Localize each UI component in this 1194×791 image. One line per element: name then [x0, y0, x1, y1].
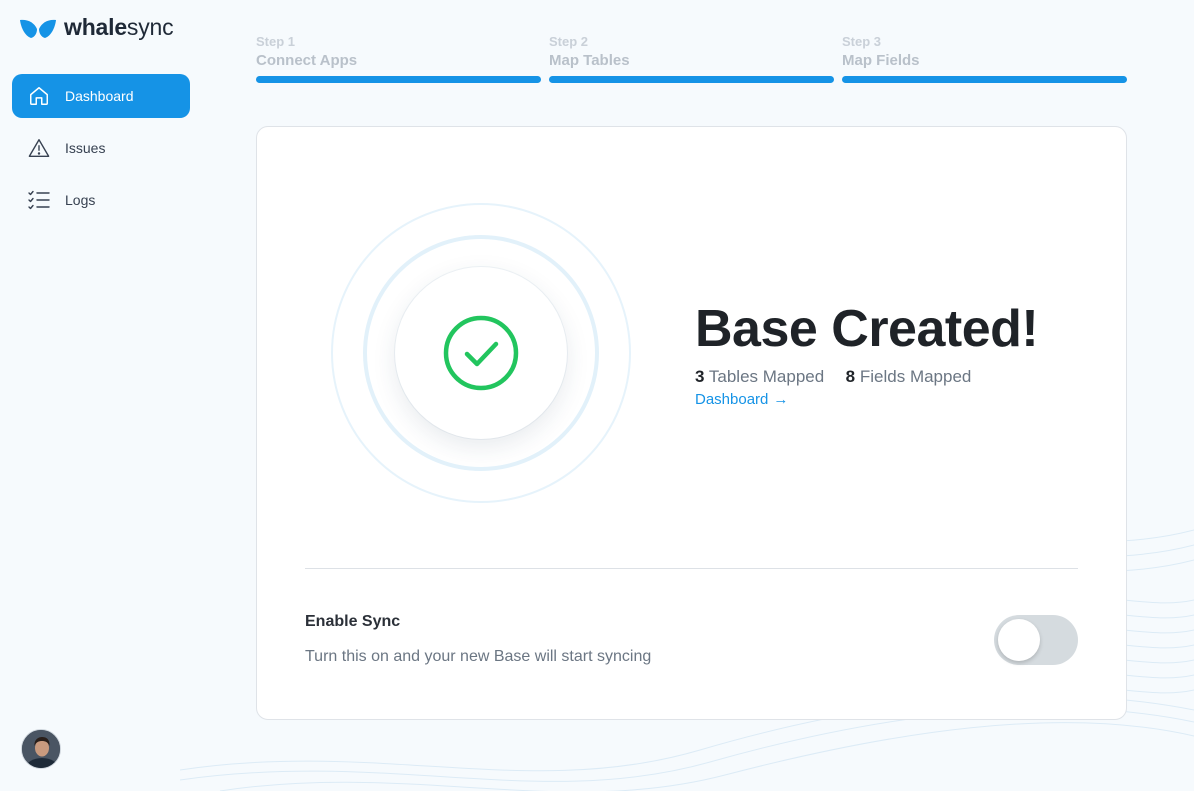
step-title: Map Fields	[842, 52, 920, 69]
enable-sync-description: Turn this on and your new Base will star…	[305, 648, 652, 665]
step-progress-bar	[549, 76, 834, 83]
sidebar-nav: Dashboard Issues Logs	[12, 74, 190, 230]
arrow-right-icon: →	[773, 391, 789, 408]
user-avatar-icon	[22, 730, 60, 768]
dashboard-link-label: Dashboard	[695, 391, 769, 408]
mapping-stats: 3 Tables Mapped 8 Fields Mapped	[695, 367, 1115, 387]
logo-text-bold: whale	[64, 14, 127, 40]
step-progress-bar	[256, 76, 541, 83]
warning-icon	[28, 137, 50, 159]
success-illustration	[331, 203, 631, 503]
step-number: Step 3	[842, 34, 882, 49]
sidebar-item-logs[interactable]: Logs	[12, 178, 190, 222]
whalesync-logo[interactable]: whalesync	[19, 14, 174, 41]
whale-tail-icon	[20, 19, 56, 38]
sidebar-item-label: Dashboard	[65, 88, 134, 104]
logo-text-light: sync	[126, 14, 174, 40]
sidebar-item-issues[interactable]: Issues	[12, 126, 190, 170]
checklist-icon	[28, 189, 50, 211]
home-icon	[28, 85, 50, 107]
enable-sync-title: Enable Sync	[305, 613, 401, 630]
tables-label: Tables Mapped	[708, 367, 825, 386]
divider	[305, 568, 1078, 569]
step-number: Step 1	[256, 34, 296, 49]
step-title: Map Tables	[549, 52, 630, 69]
step-number: Step 2	[549, 34, 589, 49]
step-map-fields[interactable]: Step 3 Map Fields	[842, 34, 1127, 83]
sidebar-item-label: Issues	[65, 140, 106, 156]
fields-count: 8	[845, 367, 856, 386]
toggle-knob	[998, 619, 1040, 661]
fields-label: Fields Mapped	[859, 367, 972, 386]
progress-steps: Step 1 Connect Apps Step 2 Map Tables St…	[256, 34, 1127, 83]
tables-count: 3	[695, 367, 705, 386]
page-title: Base Created!	[695, 300, 1039, 358]
sidebar: whalesync Dashboard Issues Logs	[0, 0, 202, 791]
result-card: Base Created! 3 Tables Mapped 8 Fields M…	[256, 126, 1127, 720]
step-title: Connect Apps	[256, 52, 358, 69]
sidebar-item-label: Logs	[65, 192, 96, 208]
dashboard-link[interactable]: Dashboard →	[695, 391, 788, 408]
step-map-tables[interactable]: Step 2 Map Tables	[549, 34, 834, 83]
avatar[interactable]	[21, 729, 61, 769]
inner-circle	[395, 267, 567, 439]
enable-sync-toggle[interactable]	[994, 615, 1078, 665]
step-connect-apps[interactable]: Step 1 Connect Apps	[256, 34, 541, 83]
check-circle-icon	[443, 315, 519, 391]
result-summary: Base Created! 3 Tables Mapped 8 Fields M…	[695, 299, 1115, 409]
sidebar-item-dashboard[interactable]: Dashboard	[12, 74, 190, 118]
step-progress-bar	[842, 76, 1127, 83]
